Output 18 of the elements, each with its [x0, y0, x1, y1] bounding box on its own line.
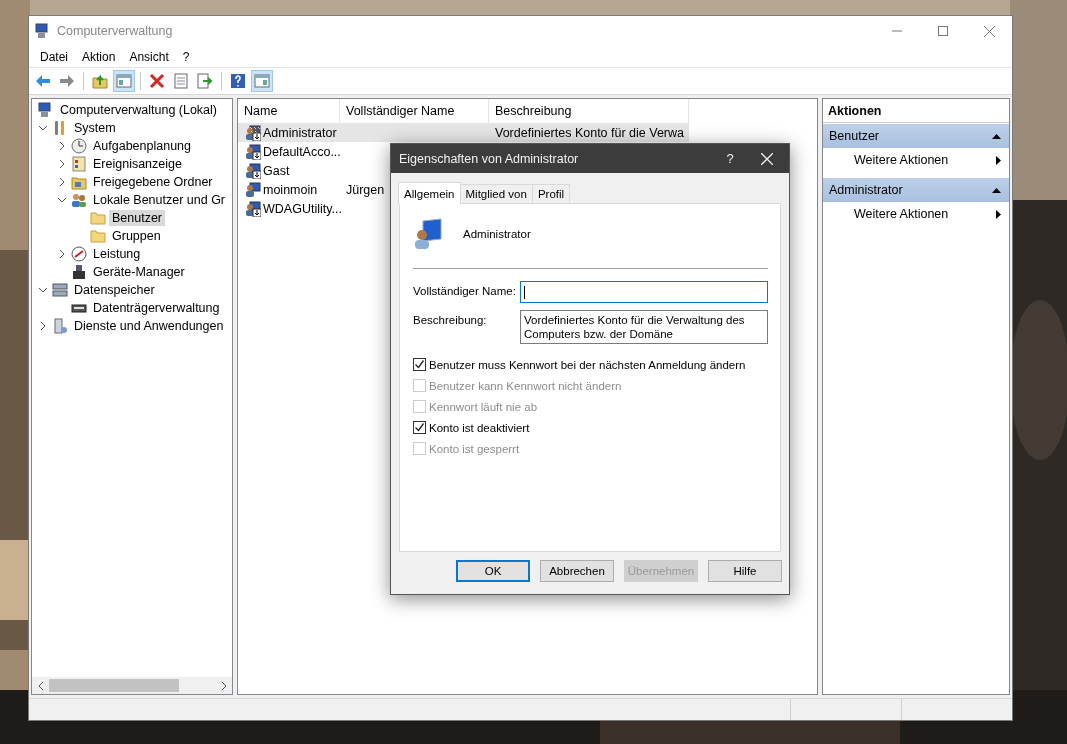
checkbox-label: Benutzer muss Kennwort bei der nächsten Anmeldung ändern	[429, 358, 746, 371]
table-cell-text: Gast	[262, 163, 290, 178]
table-cell-text: moinmoin	[262, 182, 318, 197]
table-cell-text: DefaultAcco...	[262, 144, 341, 159]
checkbox-label: Konto ist gesperrt	[429, 442, 520, 455]
window-title: Computerverwaltung	[57, 24, 174, 38]
field-label: Beschreibung:	[413, 313, 488, 328]
table-cell-text: WDAGUtility...	[262, 201, 342, 216]
field-label: Vollständiger Name:	[413, 284, 517, 299]
account-name: Administrator	[463, 228, 531, 240]
checkbox-label: Benutzer kann Kennwort nicht ändern	[429, 379, 622, 392]
dialog-title: Eigenschaften von Administrator	[399, 151, 580, 166]
table-cell: Jürgen	[346, 182, 385, 197]
table-cell-text: Administrator	[262, 125, 337, 140]
table-cell: Vordefiniertes Konto für die Verwa	[495, 125, 684, 140]
checkbox-label: Kennwort läuft nie ab	[429, 400, 538, 413]
pane-title: Aktionen	[823, 99, 1009, 123]
checkbox-label: Konto ist deaktiviert	[429, 421, 530, 434]
